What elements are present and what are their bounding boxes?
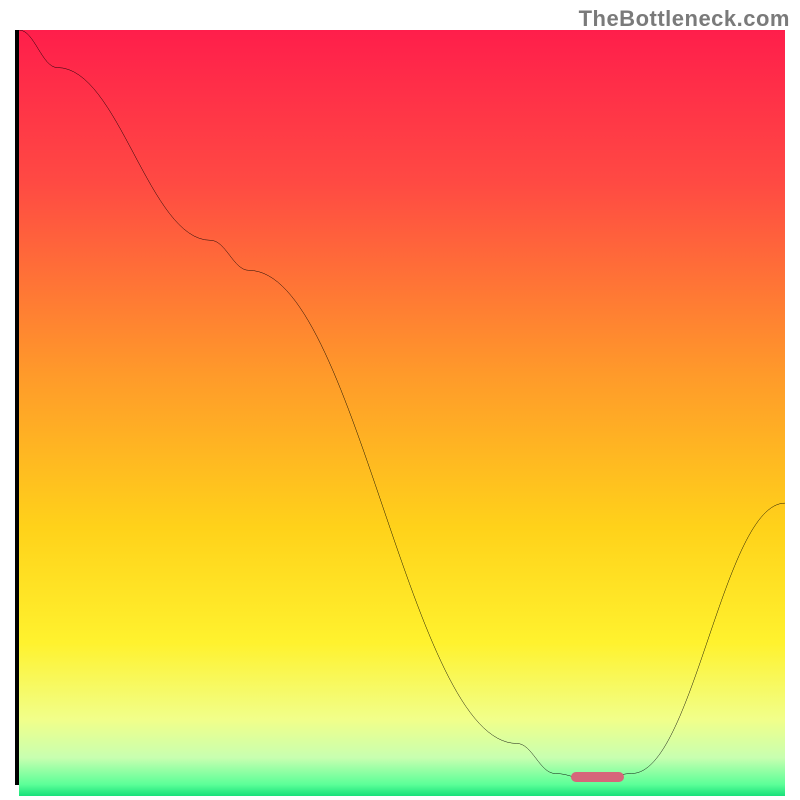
bottleneck-curve bbox=[19, 30, 785, 781]
optimal-range-marker bbox=[571, 772, 625, 782]
plot-area bbox=[15, 30, 785, 785]
watermark-text: TheBottleneck.com bbox=[579, 6, 790, 32]
